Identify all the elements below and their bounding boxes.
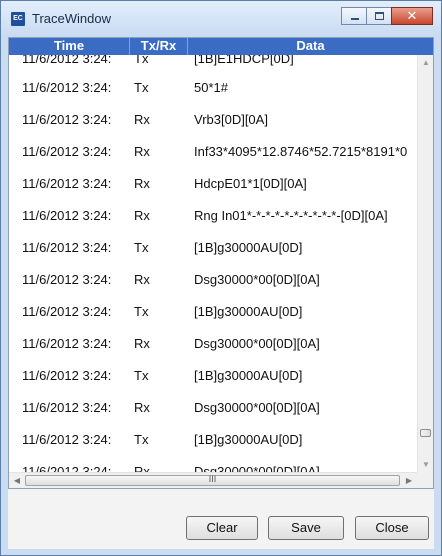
column-header-time[interactable]: Time bbox=[9, 38, 130, 55]
close-window-button[interactable]: ✕ bbox=[391, 7, 433, 25]
cell-data: [1B]g30000AU[0D] bbox=[194, 432, 303, 447]
cell-txrx: Rx bbox=[134, 176, 150, 191]
cell-txrx: Tx bbox=[134, 368, 149, 383]
trace-rows: 11/6/2012 3:24: Tx [1B]E1HDCP[0D] 11/6/2012… bbox=[9, 55, 417, 472]
close-button[interactable]: Close bbox=[355, 516, 429, 540]
cell-time: 11/6/2012 3:24: bbox=[22, 400, 112, 415]
horizontal-scrollbar[interactable]: ◀ III ▶ bbox=[9, 472, 433, 488]
column-header-data[interactable]: Data bbox=[188, 38, 433, 55]
cell-txrx: Tx bbox=[134, 240, 149, 255]
window-title: TraceWindow bbox=[32, 11, 111, 26]
cell-time: 11/6/2012 3:24: bbox=[22, 55, 112, 66]
table-row[interactable]: 11/6/2012 3:24: Tx 50*1# bbox=[9, 72, 417, 104]
cell-data: Dsg30000*00[0D][0A] bbox=[194, 272, 320, 287]
cell-time: 11/6/2012 3:24: bbox=[22, 464, 112, 472]
table-row[interactable]: 11/6/2012 3:24: Tx [1B]g30000AU[0D] bbox=[9, 296, 417, 328]
cell-data: HdcpE01*1[0D][0A] bbox=[194, 176, 307, 191]
cell-time: 11/6/2012 3:24: bbox=[22, 432, 112, 447]
horizontal-scroll-thumb[interactable]: III bbox=[25, 475, 400, 486]
cell-time: 11/6/2012 3:24: bbox=[22, 304, 112, 319]
scroll-up-icon[interactable]: ▲ bbox=[418, 55, 433, 71]
cell-txrx: Rx bbox=[134, 144, 150, 159]
cell-txrx: Rx bbox=[134, 400, 150, 415]
save-button[interactable]: Save bbox=[268, 516, 344, 540]
close-icon: ✕ bbox=[406, 8, 418, 23]
cell-data: 50*1# bbox=[194, 80, 228, 95]
clear-button[interactable]: Clear bbox=[186, 516, 258, 540]
trace-list[interactable]: Time Tx/Rx Data 11/6/2012 3:24: Tx [1B]E1H… bbox=[8, 37, 434, 489]
window-controls: ✕ bbox=[341, 7, 433, 25]
cell-time: 11/6/2012 3:24: bbox=[22, 208, 112, 223]
cell-time: 11/6/2012 3:24: bbox=[22, 368, 112, 383]
cell-data: Vrb3[0D][0A] bbox=[194, 112, 268, 127]
scrollbar-corner bbox=[417, 472, 433, 488]
vertical-scroll-thumb[interactable] bbox=[420, 429, 431, 437]
table-row[interactable]: 11/6/2012 3:24: Tx [1B]g30000AU[0D] bbox=[9, 360, 417, 392]
cell-txrx: Rx bbox=[134, 464, 150, 472]
cell-time: 11/6/2012 3:24: bbox=[22, 336, 112, 351]
maximize-button[interactable] bbox=[366, 7, 392, 25]
cell-txrx: Tx bbox=[134, 55, 149, 66]
cell-txrx: Tx bbox=[134, 432, 149, 447]
client-area: Time Tx/Rx Data 11/6/2012 3:24: Tx [1B]E1H… bbox=[8, 37, 434, 549]
cell-time: 11/6/2012 3:24: bbox=[22, 240, 112, 255]
scroll-right-icon[interactable]: ▶ bbox=[401, 473, 417, 488]
column-header-txrx[interactable]: Tx/Rx bbox=[130, 38, 188, 55]
table-row[interactable]: 11/6/2012 3:24: Rx Inf33*4095*12.8746*52.7… bbox=[9, 136, 417, 168]
cell-data: Dsg30000*00[0D][0A] bbox=[194, 336, 320, 351]
table-row[interactable]: 11/6/2012 3:24: Tx [1B]g30000AU[0D] bbox=[9, 424, 417, 456]
scroll-down-icon[interactable]: ▼ bbox=[418, 457, 433, 473]
cell-time: 11/6/2012 3:24: bbox=[22, 144, 112, 159]
cell-txrx: Rx bbox=[134, 272, 150, 287]
table-row[interactable]: 11/6/2012 3:24: Tx [1B]E1HDCP[0D] bbox=[9, 55, 417, 72]
minimize-icon bbox=[351, 18, 359, 20]
cell-time: 11/6/2012 3:24: bbox=[22, 176, 112, 191]
cell-txrx: Rx bbox=[134, 208, 150, 223]
minimize-button[interactable] bbox=[341, 7, 367, 25]
scroll-left-icon[interactable]: ◀ bbox=[9, 473, 25, 488]
list-header: Time Tx/Rx Data bbox=[9, 38, 433, 55]
table-row[interactable]: 11/6/2012 3:24: Rx HdcpE01*1[0D][0A] bbox=[9, 168, 417, 200]
cell-data: [1B]g30000AU[0D] bbox=[194, 368, 303, 383]
cell-data: [1B]g30000AU[0D] bbox=[194, 240, 303, 255]
trace-window: EC TraceWindow ✕ Time Tx/Rx Data 11/6/20… bbox=[0, 0, 442, 556]
maximize-icon bbox=[375, 12, 384, 20]
cell-data: [1B]E1HDCP[0D] bbox=[194, 55, 294, 66]
cell-data: Inf33*4095*12.8746*52.7215*8191*0 bbox=[194, 144, 408, 159]
table-row[interactable]: 11/6/2012 3:24: Rx Rng In01*-*-*-*-*-*-*-*… bbox=[9, 200, 417, 232]
table-row[interactable]: 11/6/2012 3:24: Rx Vrb3[0D][0A] bbox=[9, 104, 417, 136]
cell-txrx: Rx bbox=[134, 112, 150, 127]
table-row[interactable]: 11/6/2012 3:24: Rx Dsg30000*00[0D][0A] bbox=[9, 264, 417, 296]
table-row[interactable]: 11/6/2012 3:24: Rx Dsg30000*00[0D][0A] bbox=[9, 456, 417, 472]
table-row[interactable]: 11/6/2012 3:24: Tx [1B]g30000AU[0D] bbox=[9, 232, 417, 264]
cell-data: Rng In01*-*-*-*-*-*-*-*-*-*-[0D][0A] bbox=[194, 208, 388, 223]
cell-txrx: Rx bbox=[134, 336, 150, 351]
cell-data: [1B]g30000AU[0D] bbox=[194, 304, 303, 319]
cell-txrx: Tx bbox=[134, 304, 149, 319]
cell-time: 11/6/2012 3:24: bbox=[22, 112, 112, 127]
cell-data: Dsg30000*00[0D][0A] bbox=[194, 464, 320, 472]
title-bar[interactable]: EC TraceWindow ✕ bbox=[1, 1, 441, 37]
table-row[interactable]: 11/6/2012 3:24: Rx Dsg30000*00[0D][0A] bbox=[9, 328, 417, 360]
table-row[interactable]: 11/6/2012 3:24: Rx Dsg30000*00[0D][0A] bbox=[9, 392, 417, 424]
cell-data: Dsg30000*00[0D][0A] bbox=[194, 400, 320, 415]
cell-time: 11/6/2012 3:24: bbox=[22, 80, 112, 95]
app-icon: EC bbox=[11, 12, 25, 26]
cell-txrx: Tx bbox=[134, 80, 149, 95]
cell-time: 11/6/2012 3:24: bbox=[22, 272, 112, 287]
scroll-grip-icon: III bbox=[208, 474, 217, 484]
vertical-scrollbar[interactable]: ▲ ▼ bbox=[417, 55, 433, 473]
